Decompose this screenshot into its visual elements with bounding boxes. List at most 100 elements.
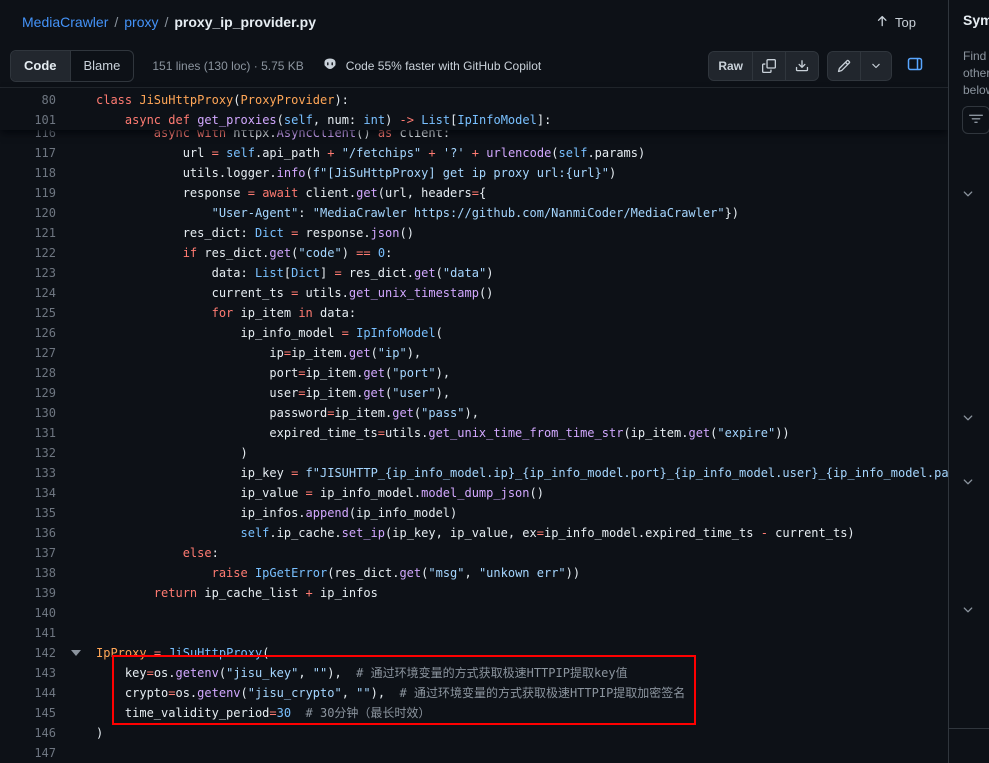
code-line: 145 time_validity_period=30 # 30分钟（最长时效） [0,703,948,723]
line-number[interactable]: 140 [0,603,56,623]
copilot-banner[interactable]: Code 55% faster with GitHub Copilot [322,56,541,75]
line-number[interactable]: 137 [0,543,56,563]
line-number[interactable]: 131 [0,423,56,443]
symbols-panel: Symbols Find other below [948,0,989,763]
line-number[interactable]: 136 [0,523,56,543]
gutter [56,603,96,623]
line-number[interactable]: 124 [0,283,56,303]
symbols-panel-title: Symbols [963,12,989,28]
code-text: return ip_cache_list + ip_infos [96,583,948,603]
gutter [56,523,96,543]
symbol-collapse-chevron-icon[interactable] [961,603,975,617]
sticky-context-lines: 80class JiSuHttpProxy(ProxyProvider):101… [0,88,948,130]
line-number[interactable]: 132 [0,443,56,463]
line-number[interactable]: 118 [0,163,56,183]
gutter [56,663,96,683]
gutter [56,90,96,110]
line-number[interactable]: 134 [0,483,56,503]
line-number[interactable]: 146 [0,723,56,743]
gutter [56,223,96,243]
code-text [96,623,948,643]
gutter [56,283,96,303]
code-text: ip_value = ip_info_model.model_dump_json… [96,483,948,503]
line-number[interactable]: 138 [0,563,56,583]
tab-code[interactable]: Code [11,51,70,81]
line-number[interactable]: 147 [0,743,56,763]
breadcrumb-folder-link[interactable]: proxy [124,14,158,30]
gutter [56,203,96,223]
gutter [56,443,96,463]
code-text: "User-Agent": "MediaCrawler https://gith… [96,203,948,223]
code-line: 142 IpProxy = JiSuHttpProxy( [0,643,948,663]
line-number[interactable]: 119 [0,183,56,203]
code-line: 137 else: [0,543,948,563]
back-to-top-button[interactable]: Top [869,10,922,35]
line-number[interactable]: 123 [0,263,56,283]
sidebar-divider [949,728,989,729]
gutter [56,743,96,763]
symbols-filter-button[interactable] [962,106,989,134]
line-number[interactable]: 80 [0,90,56,110]
line-number[interactable]: 139 [0,583,56,603]
collapse-chevron-icon[interactable] [71,650,81,656]
line-number[interactable]: 135 [0,503,56,523]
line-number[interactable]: 142 [0,643,56,663]
line-number[interactable]: 128 [0,363,56,383]
code-line: 119 response = await client.get(url, hea… [0,183,948,203]
code-text: IpProxy = JiSuHttpProxy( [96,643,948,663]
line-number[interactable]: 129 [0,383,56,403]
line-number[interactable]: 127 [0,343,56,363]
symbols-panel-description: Find other below [963,48,989,99]
symbol-collapse-chevron-icon[interactable] [961,187,975,201]
gutter [56,683,96,703]
symbol-collapse-chevron-icon[interactable] [961,475,975,489]
gutter [56,143,96,163]
line-number[interactable]: 125 [0,303,56,323]
line-number[interactable]: 101 [0,110,56,130]
gutter [56,423,96,443]
code-line: 128 port=ip_item.get("port"), [0,363,948,383]
gutter [56,403,96,423]
sidebar-panel-icon [907,56,923,75]
code-line: 133 ip_key = f"JISUHTTP_{ip_info_model.i… [0,463,948,483]
line-number[interactable]: 121 [0,223,56,243]
breadcrumb-repo-link[interactable]: MediaCrawler [22,14,108,30]
line-number[interactable]: 133 [0,463,56,483]
line-number[interactable]: 144 [0,683,56,703]
gutter [56,543,96,563]
code-line: 120 "User-Agent": "MediaCrawler https://… [0,203,948,223]
copy-raw-button[interactable] [752,52,785,80]
code-line: 130 password=ip_item.get("pass"), [0,403,948,423]
line-number[interactable]: 130 [0,403,56,423]
line-number[interactable]: 117 [0,143,56,163]
edit-pencil-button[interactable] [828,52,860,80]
tab-blame[interactable]: Blame [70,51,134,81]
download-raw-button[interactable] [785,52,818,80]
code-line: 122 if res_dict.get("code") == 0: [0,243,948,263]
line-number[interactable]: 120 [0,203,56,223]
code-text: ) [96,443,948,463]
line-number[interactable]: 143 [0,663,56,683]
code-line: 129 user=ip_item.get("user"), [0,383,948,403]
code-line: 127 ip=ip_item.get("ip"), [0,343,948,363]
file-header: MediaCrawler / proxy / proxy_ip_provider… [0,0,948,44]
raw-button[interactable]: Raw [709,52,752,80]
code-text: user=ip_item.get("user"), [96,383,948,403]
line-number[interactable]: 145 [0,703,56,723]
gutter [56,703,96,723]
code-line: 118 utils.logger.info(f"[JiSuHttpProxy] … [0,163,948,183]
edit-actions-group [827,51,892,81]
symbols-description-line: other [963,65,989,82]
symbol-collapse-chevron-icon[interactable] [961,411,975,425]
gutter [56,643,96,663]
line-number[interactable]: 122 [0,243,56,263]
breadcrumb-separator: / [164,14,168,30]
code-text: ip=ip_item.get("ip"), [96,343,948,363]
code-line: 146) [0,723,948,743]
arrow-up-icon [875,14,889,31]
breadcrumb-separator: / [114,14,118,30]
edit-dropdown-button[interactable] [860,52,891,80]
line-number[interactable]: 126 [0,323,56,343]
line-number[interactable]: 141 [0,623,56,643]
symbols-panel-toggle-button[interactable] [900,52,930,80]
